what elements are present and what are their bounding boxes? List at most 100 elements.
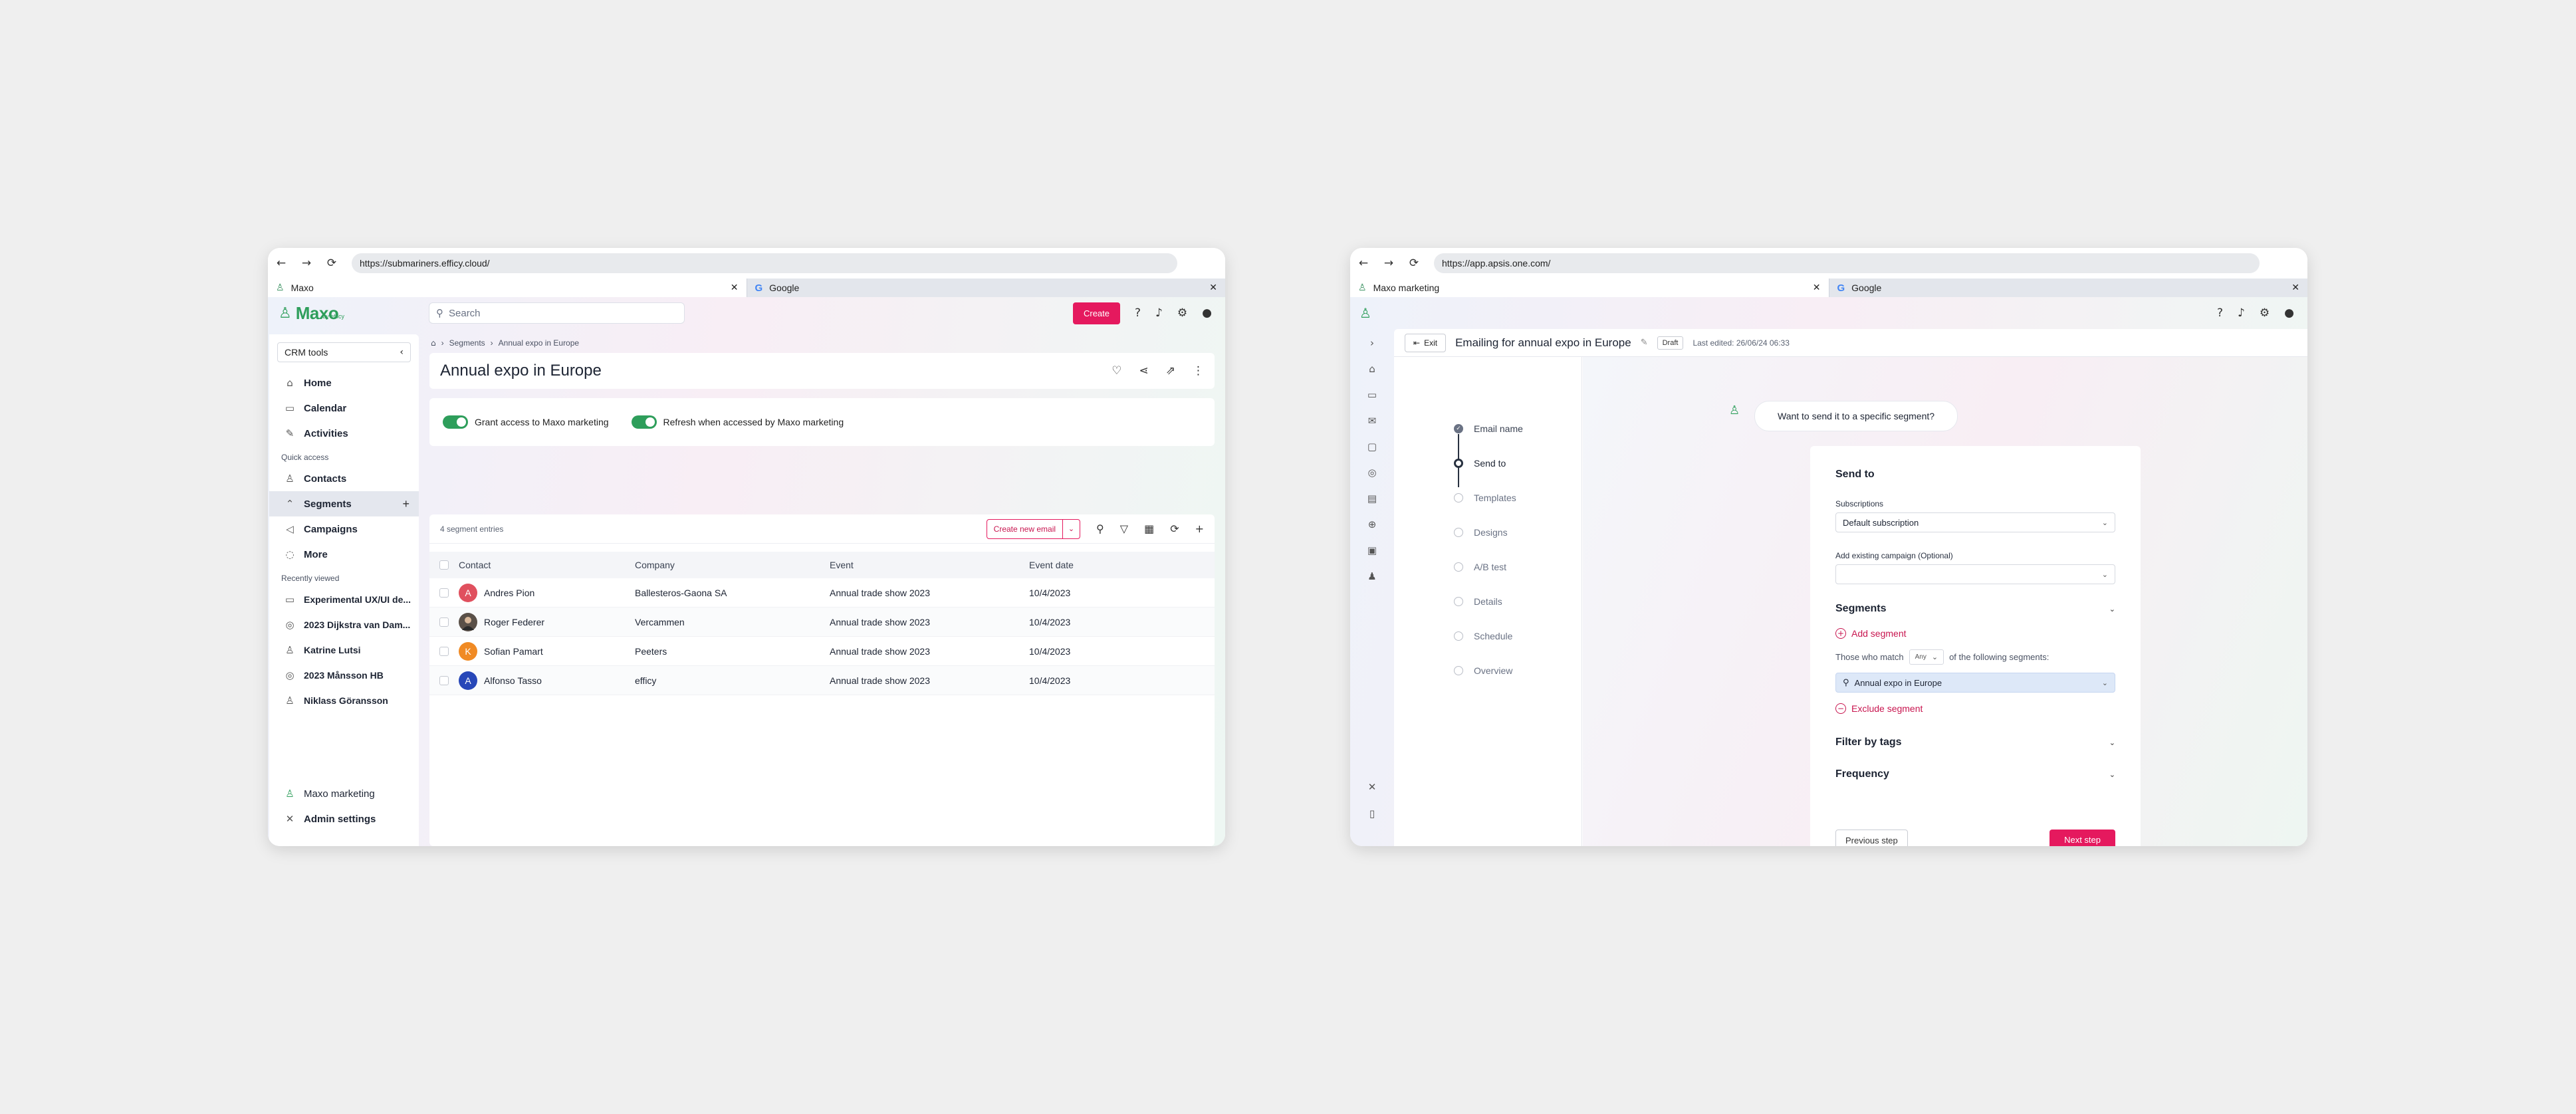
sidebar-item-admin-settings[interactable]: ✕ Admin settings	[269, 806, 419, 832]
table-row[interactable]: A Andres Pion Ballesteros-Gaona SA Annual…	[429, 578, 1215, 608]
browser-tab-google[interactable]: G Google ✕	[1828, 278, 2307, 297]
chat-icon[interactable]: ▢	[1367, 441, 1377, 455]
sidebar-item-home[interactable]: ⌂ Home	[269, 370, 419, 395]
chevron-down-icon[interactable]: ⌄	[1062, 519, 1080, 538]
column-header[interactable]: Event date	[1029, 560, 1162, 570]
brand-logo[interactable]: ♙ Maxo by efficy	[268, 303, 421, 324]
sidebar-item-segments[interactable]: ⌃ Segments +	[269, 491, 419, 516]
step-send-to[interactable]: Send to	[1454, 458, 1506, 469]
expand-chevron-icon[interactable]: ›	[1370, 337, 1374, 352]
address-bar[interactable]: https://submariners.efficy.cloud/	[352, 253, 1177, 273]
forward-arrow-icon[interactable]: →	[1383, 257, 1394, 270]
step-email-name[interactable]: ✓ Email name	[1454, 423, 1523, 434]
recent-item[interactable]: ♙ Katrine Lutsi	[269, 637, 419, 663]
step-overview[interactable]: Overview	[1454, 665, 1512, 676]
trash-icon[interactable]: ▯	[1369, 808, 1375, 822]
home-icon[interactable]: ⌂	[1369, 363, 1375, 378]
sidebar-item-contacts[interactable]: ♙ Contacts	[269, 466, 419, 491]
sidebar-item-more[interactable]: ◌ More	[269, 542, 419, 567]
step-schedule[interactable]: Schedule	[1454, 631, 1512, 641]
document-icon[interactable]: ▤	[1367, 493, 1377, 507]
search-icon[interactable]: ⚲	[1096, 522, 1104, 535]
chevron-down-icon[interactable]: ⌄	[2109, 738, 2115, 747]
calendar-icon[interactable]: ▭	[1367, 389, 1377, 403]
help-icon[interactable]: ?	[1135, 306, 1141, 320]
reload-icon[interactable]: ⟳	[326, 257, 337, 270]
column-header[interactable]: Contact	[459, 560, 635, 570]
share-icon[interactable]: ⋖	[1139, 364, 1149, 378]
crm-tools-selector[interactable]: CRM tools ‹	[277, 342, 411, 362]
column-header[interactable]: Event	[830, 560, 1029, 570]
add-segment-link[interactable]: + Add segment	[1835, 628, 2115, 639]
segment-select[interactable]: ⚲ Annual expo in Europe ⌄	[1835, 673, 2115, 693]
row-checkbox[interactable]	[439, 646, 449, 656]
search-input[interactable]: ⚲ Search	[429, 302, 685, 324]
breadcrumb-link-segments[interactable]: Segments	[449, 338, 485, 348]
user-icon[interactable]: ●	[1202, 306, 1212, 320]
previous-step-button[interactable]: Previous step	[1835, 830, 1908, 846]
chevron-down-icon[interactable]: ⌄	[2109, 770, 2115, 779]
toggle-switch[interactable]	[443, 415, 468, 429]
table-row[interactable]: K Sofian Pamart Peeters Annual trade show…	[429, 637, 1215, 666]
select-all-checkbox[interactable]	[439, 560, 449, 570]
maxo-logo-icon[interactable]: ♙	[1350, 305, 1390, 321]
recent-item[interactable]: ♙ Niklass Göransson	[269, 688, 419, 713]
back-arrow-icon[interactable]: ←	[1358, 257, 1369, 270]
toggle-grant-access[interactable]: Grant access to Maxo marketing	[443, 415, 609, 429]
browser-tab-maxo-marketing[interactable]: ♙ Maxo marketing ✕	[1350, 278, 1829, 297]
step-designs[interactable]: Designs	[1454, 527, 1508, 538]
row-checkbox[interactable]	[439, 588, 449, 598]
plus-icon[interactable]: +	[1195, 522, 1204, 535]
gear-icon[interactable]: ⚙	[2260, 306, 2270, 320]
tab-close-icon[interactable]: ✕	[731, 282, 739, 293]
event-icon[interactable]: ▣	[1367, 544, 1377, 559]
table-row[interactable]: Roger Federer Vercammen Annual trade sho…	[429, 608, 1215, 637]
back-arrow-icon[interactable]: ←	[276, 257, 287, 270]
create-button[interactable]: Create	[1072, 302, 1121, 324]
toggle-refresh[interactable]: Refresh when accessed by Maxo marketing	[631, 415, 844, 429]
filter-icon[interactable]: ▽	[1120, 522, 1128, 535]
browser-tab-google[interactable]: G Google ✕	[746, 278, 1225, 297]
campaign-select[interactable]: ⌄	[1835, 564, 2115, 584]
sidebar-item-calendar[interactable]: ▭ Calendar	[269, 395, 419, 421]
toggle-switch[interactable]	[631, 415, 657, 429]
column-header[interactable]: Company	[635, 560, 830, 570]
match-select[interactable]: Any ⌄	[1909, 649, 1944, 665]
exit-button[interactable]: ⇤ Exit	[1405, 333, 1447, 352]
home-icon[interactable]: ⌂	[431, 338, 436, 348]
contact-name[interactable]: Sofian Pamart	[484, 646, 543, 657]
step-details[interactable]: Details	[1454, 596, 1502, 607]
mail-icon[interactable]: ✉	[1368, 415, 1377, 429]
refresh-icon[interactable]: ⟳	[1170, 522, 1179, 535]
forward-arrow-icon[interactable]: →	[301, 257, 312, 270]
create-new-email-button[interactable]: Create new email ⌄	[986, 518, 1081, 539]
bell-icon[interactable]: ♪	[1155, 306, 1163, 320]
collapse-chevron-icon[interactable]: ‹	[400, 347, 404, 358]
browser-tab-maxo[interactable]: ♙ Maxo ✕	[268, 278, 747, 297]
subscriptions-select[interactable]: Default subscription ⌄	[1835, 512, 2115, 532]
gear-icon[interactable]: ⚙	[1177, 306, 1187, 320]
tools-icon[interactable]: ✕	[1368, 781, 1377, 796]
recent-item[interactable]: ◎ 2023 Dijkstra van Dam...	[269, 612, 419, 637]
contact-name[interactable]: Roger Federer	[484, 617, 544, 627]
frequency-section-header[interactable]: Frequency ⌄	[1835, 768, 2115, 780]
reload-icon[interactable]: ⟳	[1409, 257, 1419, 270]
tab-close-icon[interactable]: ✕	[1209, 282, 1217, 293]
more-vertical-icon[interactable]: ⋮	[1193, 364, 1204, 378]
globe-icon[interactable]: ⊕	[1368, 518, 1377, 533]
people-icon[interactable]: ♟	[1367, 570, 1376, 585]
heart-icon[interactable]: ♡	[1112, 364, 1121, 378]
row-checkbox[interactable]	[439, 675, 449, 685]
add-segment-icon[interactable]: +	[402, 497, 410, 511]
help-icon[interactable]: ?	[2217, 306, 2223, 320]
external-link-icon[interactable]: ⇗	[1166, 364, 1175, 378]
pencil-icon[interactable]: ✎	[1641, 338, 1648, 348]
tab-close-icon[interactable]: ✕	[1813, 282, 1821, 293]
contact-name[interactable]: Andres Pion	[484, 588, 534, 598]
recent-item[interactable]: ▭ Experimental UX/UI de...	[269, 587, 419, 612]
next-step-button[interactable]: Next step	[2049, 830, 2115, 846]
sidebar-item-activities[interactable]: ✎ Activities	[269, 421, 419, 446]
segments-section-header[interactable]: Segments ⌄	[1835, 603, 2115, 615]
step-ab-test[interactable]: A/B test	[1454, 562, 1506, 572]
contact-name[interactable]: Alfonso Tasso	[484, 675, 542, 686]
